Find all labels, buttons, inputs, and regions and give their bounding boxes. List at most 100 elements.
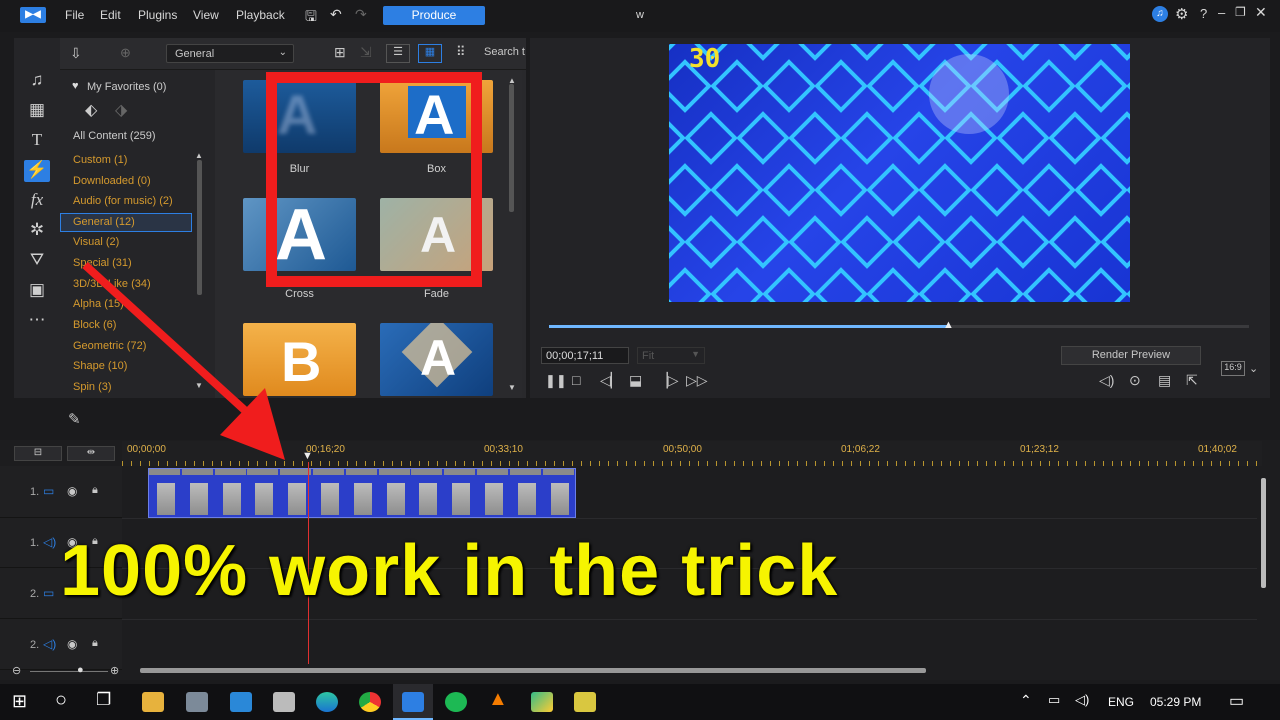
task-view-icon[interactable]: ❐ [96, 690, 111, 710]
chrome-icon[interactable] [359, 692, 381, 712]
powerdirector-icon[interactable] [402, 692, 424, 712]
render-preview-button[interactable]: Render Preview [1061, 346, 1201, 365]
grid-view-icon[interactable]: ▦ [418, 44, 442, 63]
zoom-fit-dropdown[interactable]: Fit ▼ [637, 347, 705, 364]
stop-icon[interactable]: □ [572, 372, 580, 388]
import-icon[interactable]: ⇩ [70, 45, 82, 62]
thumb-scrollbar[interactable] [509, 84, 514, 212]
audio-track-icon: ◁) [43, 637, 57, 651]
network-icon[interactable]: ▭ [1048, 692, 1060, 708]
snapshot-mark-icon[interactable]: ⬓ [629, 372, 642, 389]
notification-center-icon[interactable]: ▭ [1229, 691, 1244, 711]
volume-icon[interactable]: ◁) [1099, 372, 1114, 389]
more-icon[interactable]: ⋯ [24, 310, 50, 332]
zoom-in-icon[interactable]: ⊕ [110, 664, 119, 677]
zoom-slider[interactable] [30, 671, 108, 672]
app-icon[interactable] [531, 692, 553, 712]
film-icon[interactable]: ▦ [24, 100, 50, 122]
menu-playback[interactable]: Playback [236, 8, 285, 22]
prev-frame-icon[interactable]: ◁▏ [600, 372, 622, 389]
timeline-hscroll[interactable] [140, 668, 926, 673]
preview-seekbar[interactable]: ▲ [549, 319, 1249, 331]
detach-icon[interactable]: ⇱ [1186, 372, 1198, 389]
category-item[interactable]: Custom (1) [73, 154, 127, 166]
timeline-vscroll[interactable] [1261, 478, 1266, 588]
file-explorer-icon[interactable] [142, 692, 164, 712]
fast-forward-icon[interactable]: ▷▷ [686, 372, 708, 389]
track-manager-icon[interactable]: ⊟ [14, 446, 62, 461]
zoom-slider-handle[interactable]: ● [77, 664, 84, 676]
menu-view[interactable]: View [193, 8, 219, 22]
scroll-down-icon[interactable]: ▼ [508, 383, 516, 392]
list-view-icon[interactable]: ☰ [386, 44, 410, 63]
category-item[interactable]: Visual (2) [73, 236, 119, 248]
category-item[interactable]: General (12) [73, 216, 135, 228]
chevron-up-icon[interactable]: ⌃ [1020, 692, 1032, 709]
seekbar-handle[interactable]: ▲ [943, 319, 954, 331]
aspect-ratio-button[interactable]: 16:9 [1221, 361, 1245, 376]
app-logo-icon[interactable]: ▶◀ [20, 7, 46, 23]
video-clip[interactable] [148, 468, 576, 518]
remove-tag-icon[interactable]: ⬗ [115, 100, 127, 120]
restore-icon[interactable]: ❐ [1235, 5, 1246, 19]
scroll-up-icon[interactable]: ▲ [195, 151, 203, 160]
subtitle-room-icon[interactable]: ▣ [24, 280, 50, 302]
notification-icon[interactable]: ♫ [1152, 6, 1168, 22]
title-room-icon[interactable]: T [24, 130, 50, 152]
menu-file[interactable]: File [65, 8, 84, 22]
spotify-icon[interactable] [445, 692, 467, 712]
undo-icon[interactable]: ↶ [330, 6, 342, 23]
clock[interactable]: 05:29 PM [1150, 695, 1201, 709]
eye-icon[interactable]: ◉ [67, 484, 77, 498]
calculator-icon[interactable] [273, 692, 295, 712]
app-icon[interactable] [574, 692, 596, 712]
category-item[interactable]: Audio (for music) (2) [73, 195, 173, 207]
produce-button[interactable]: Produce [383, 6, 485, 25]
pause-icon[interactable]: ❚❚ [545, 373, 567, 389]
windows-start-icon[interactable]: ⊞ [12, 691, 27, 712]
help-icon[interactable]: ? [1200, 6, 1207, 21]
app-icon[interactable] [230, 692, 252, 712]
edge-icon[interactable] [316, 692, 338, 712]
small-grid-icon[interactable]: ⠿ [456, 44, 466, 60]
volume-icon[interactable]: ◁) [1075, 692, 1089, 708]
favorites-label[interactable]: My Favorites (0) [87, 81, 166, 93]
search-icon[interactable]: ○ [55, 689, 67, 712]
category-item[interactable]: Downloaded (0) [73, 175, 151, 187]
globe-icon[interactable]: ⊕ [120, 45, 131, 61]
timecode-field[interactable]: 00;00;17;11 [541, 347, 629, 364]
seekbar-progress [549, 325, 948, 328]
next-frame-icon[interactable]: ▕▷ [657, 372, 679, 389]
vlc-icon[interactable]: ▲ [488, 688, 508, 711]
lock-icon[interactable]: 🔒︎ [92, 484, 98, 497]
redo-icon[interactable]: ↷ [355, 6, 367, 23]
subtitle-icon[interactable]: ▤ [1158, 372, 1171, 389]
menu-edit[interactable]: Edit [100, 8, 121, 22]
camera-icon[interactable]: ⊙ [1129, 372, 1141, 389]
menu-plugins[interactable]: Plugins [138, 8, 177, 22]
search-input[interactable]: Search t [484, 46, 525, 58]
language-indicator[interactable]: ENG [1108, 695, 1134, 709]
add-to-favorites-icon[interactable]: ⊞ [334, 44, 346, 61]
transition-room-icon[interactable]: ⚡ [24, 160, 50, 182]
media-room-icon[interactable]: ♫ [24, 70, 50, 92]
particle-room-icon[interactable]: ✲ [24, 220, 50, 242]
transition-thumb[interactable]: A [380, 323, 493, 396]
category-dropdown[interactable]: General ⌄ [166, 44, 294, 63]
gear-icon[interactable]: ⚙ [1175, 5, 1188, 23]
eye-icon[interactable]: ◉ [67, 637, 77, 651]
zoom-out-icon[interactable]: ⊖ [12, 664, 21, 677]
lock-icon[interactable]: 🔒︎ [92, 637, 98, 650]
fx-room-icon[interactable]: fx [24, 190, 50, 212]
close-icon[interactable]: ✕ [1255, 4, 1267, 21]
minimize-icon[interactable]: – [1218, 5, 1225, 20]
scroll-up-icon[interactable]: ▲ [508, 76, 516, 85]
pip-room-icon[interactable]: ⛛ [24, 250, 50, 272]
save-icon[interactable]: 🖫 [305, 6, 317, 30]
chevron-down-icon[interactable]: ⌄ [1249, 362, 1258, 375]
app-icon[interactable] [186, 692, 208, 712]
pencil-icon[interactable]: ✎ [68, 410, 81, 428]
share-icon[interactable]: ⇲ [360, 44, 372, 61]
add-tag-icon[interactable]: ⬖ [85, 100, 97, 120]
all-content-label[interactable]: All Content (259) [73, 130, 156, 142]
